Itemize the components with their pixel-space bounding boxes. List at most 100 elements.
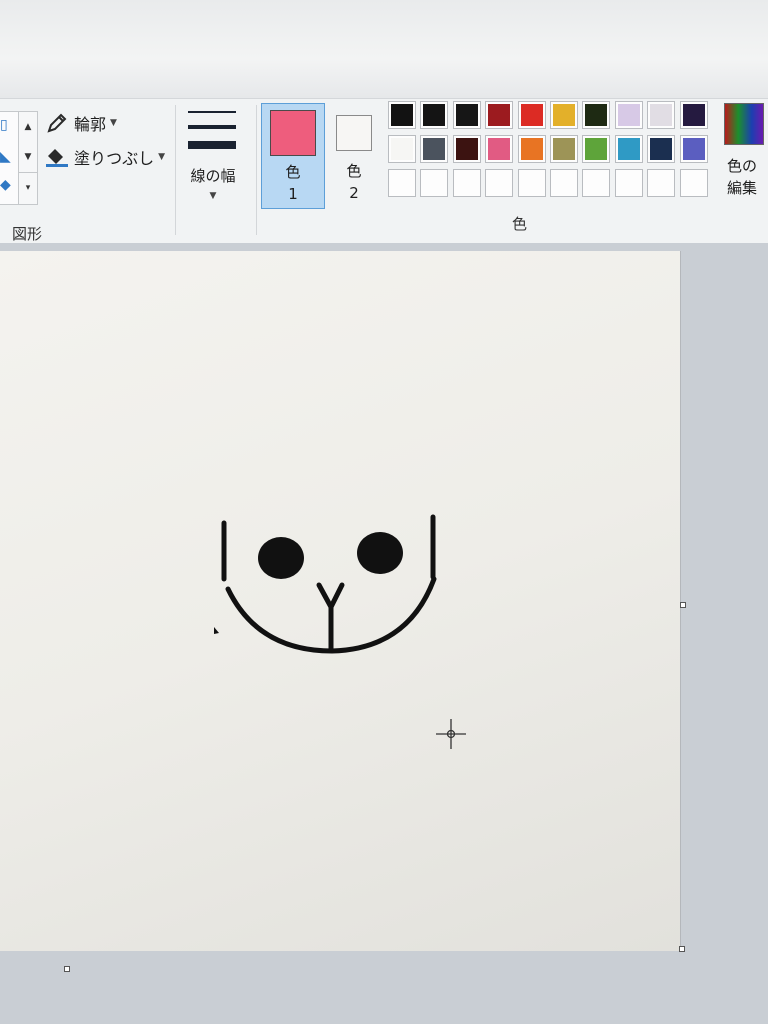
color2-swatch	[336, 115, 372, 151]
palette-swatch-fill	[650, 138, 673, 160]
palette-swatch[interactable]	[679, 135, 708, 163]
rectangle-shape-icon[interactable]: ▯	[0, 118, 8, 132]
palette-swatch[interactable]	[550, 101, 578, 129]
palette-swatch-fill	[391, 172, 413, 194]
palette-swatch-fill	[682, 172, 705, 194]
palette-swatch[interactable]	[647, 169, 676, 197]
palette-swatch[interactable]	[582, 169, 611, 197]
palette-swatch-fill	[423, 172, 446, 194]
face-nose-right	[328, 582, 345, 610]
group-divider	[256, 105, 257, 235]
color1-swatch	[270, 110, 316, 156]
palette-swatch-fill	[553, 138, 575, 160]
shapes-group-label: 図形	[12, 225, 43, 243]
palette-swatch[interactable]	[679, 101, 708, 129]
face-right-eye	[357, 532, 403, 574]
outline-button[interactable]: 輪郭 ▼	[44, 111, 117, 135]
palette-swatch[interactable]	[614, 135, 643, 163]
palette-swatch[interactable]	[452, 169, 481, 197]
paint-bucket-icon	[44, 146, 70, 168]
line-width-thick	[188, 141, 236, 149]
palette-swatch[interactable]	[452, 101, 481, 129]
palette-swatch-fill	[488, 138, 511, 160]
window-top-area	[0, 0, 768, 98]
palette-swatch[interactable]	[614, 169, 643, 197]
palette-swatch[interactable]	[647, 135, 676, 163]
color1-button[interactable]: 色 1	[261, 103, 325, 209]
canvas-resize-handle-bottom[interactable]	[64, 966, 70, 972]
palette-swatch[interactable]	[388, 169, 416, 197]
edit-colors-label-line2: 編集	[726, 179, 757, 197]
line-width-label: 線の幅	[190, 167, 236, 185]
palette-swatch-fill	[520, 138, 543, 160]
ribbon: ▯ ◣ ◆ ▲ ▼ ▾ 輪郭 ▼ 塗りつぶし ▼ 図形 線の幅 ▼ 色 1 色 …	[0, 98, 768, 246]
palette-swatch[interactable]	[647, 101, 676, 129]
color1-label-top: 色	[285, 163, 301, 181]
chevron-down-icon: ▼	[158, 152, 166, 162]
palette-swatch-fill	[520, 104, 543, 126]
triangle-shape-icon[interactable]: ◣	[0, 150, 11, 164]
edit-colors-label-line1: 色の	[726, 157, 757, 175]
palette-swatch[interactable]	[517, 101, 546, 129]
color2-label-top: 色	[346, 162, 362, 180]
palette-swatch-fill	[423, 138, 446, 160]
palette-swatch-fill	[488, 104, 511, 126]
palette-swatch-fill	[682, 138, 705, 160]
palette-swatch[interactable]	[485, 101, 514, 129]
palette-swatch-fill	[585, 172, 608, 194]
palette-swatch-fill	[455, 138, 478, 160]
crosshair-cursor-icon	[436, 719, 466, 749]
color2-button[interactable]: 色 2	[331, 103, 377, 207]
colors-group-label: 色	[512, 215, 528, 233]
palette-swatch[interactable]	[420, 135, 449, 163]
palette-swatch[interactable]	[550, 135, 578, 163]
palette-swatch[interactable]	[485, 169, 514, 197]
shapes-gallery[interactable]: ▯ ◣ ◆	[0, 111, 19, 205]
palette-swatch-fill	[650, 104, 673, 126]
edit-colors-button[interactable]: 色の 編集	[720, 101, 768, 211]
shapes-gallery-scroll: ▲ ▼ ▾	[18, 111, 38, 205]
palette-swatch[interactable]	[420, 101, 449, 129]
diamond-shape-icon[interactable]: ◆	[0, 178, 11, 192]
palette-swatch[interactable]	[582, 135, 611, 163]
fill-button[interactable]: 塗りつぶし ▼	[44, 145, 165, 169]
palette-swatch[interactable]	[485, 135, 514, 163]
palette-swatch-fill	[391, 104, 413, 126]
palette-swatch-fill	[488, 172, 511, 194]
scroll-down-icon[interactable]: ▼	[19, 142, 37, 172]
palette-swatch-fill	[455, 104, 478, 126]
palette-swatch[interactable]	[452, 135, 481, 163]
canvas-resize-handle-right[interactable]	[680, 602, 686, 608]
palette-swatch[interactable]	[550, 169, 578, 197]
stray-mark	[214, 627, 219, 634]
scroll-up-icon[interactable]: ▲	[19, 112, 37, 142]
palette-swatch-fill	[617, 104, 640, 126]
line-width-medium	[188, 125, 236, 129]
palette-swatch-fill	[423, 104, 446, 126]
palette-swatch-fill	[391, 138, 413, 160]
outline-label: 輪郭	[74, 115, 107, 134]
palette-swatch[interactable]	[388, 101, 416, 129]
chevron-down-icon: ▼	[110, 118, 117, 128]
color-wheel-icon	[724, 103, 764, 145]
gallery-expand-icon[interactable]: ▾	[19, 172, 37, 203]
palette-swatch[interactable]	[614, 101, 643, 129]
drawing-canvas[interactable]	[0, 251, 681, 951]
palette-swatch-fill	[455, 172, 478, 194]
chevron-down-icon: ▼	[209, 191, 217, 201]
palette-swatch-fill	[585, 138, 608, 160]
palette-swatch[interactable]	[679, 169, 708, 197]
palette-swatch[interactable]	[517, 135, 546, 163]
palette-swatch-fill	[617, 172, 640, 194]
palette-swatch[interactable]	[388, 135, 416, 163]
palette-swatch[interactable]	[582, 101, 611, 129]
palette-swatch-fill	[682, 104, 705, 126]
palette-swatch[interactable]	[420, 169, 449, 197]
face-nose-left	[316, 582, 334, 610]
color2-label-bottom: 2	[349, 184, 359, 202]
face-drawing	[214, 514, 466, 749]
fill-label: 塗りつぶし	[74, 149, 155, 168]
canvas-resize-handle-corner[interactable]	[679, 946, 685, 952]
palette-swatch[interactable]	[517, 169, 546, 197]
line-width-button[interactable]: 線の幅 ▼	[180, 107, 246, 217]
